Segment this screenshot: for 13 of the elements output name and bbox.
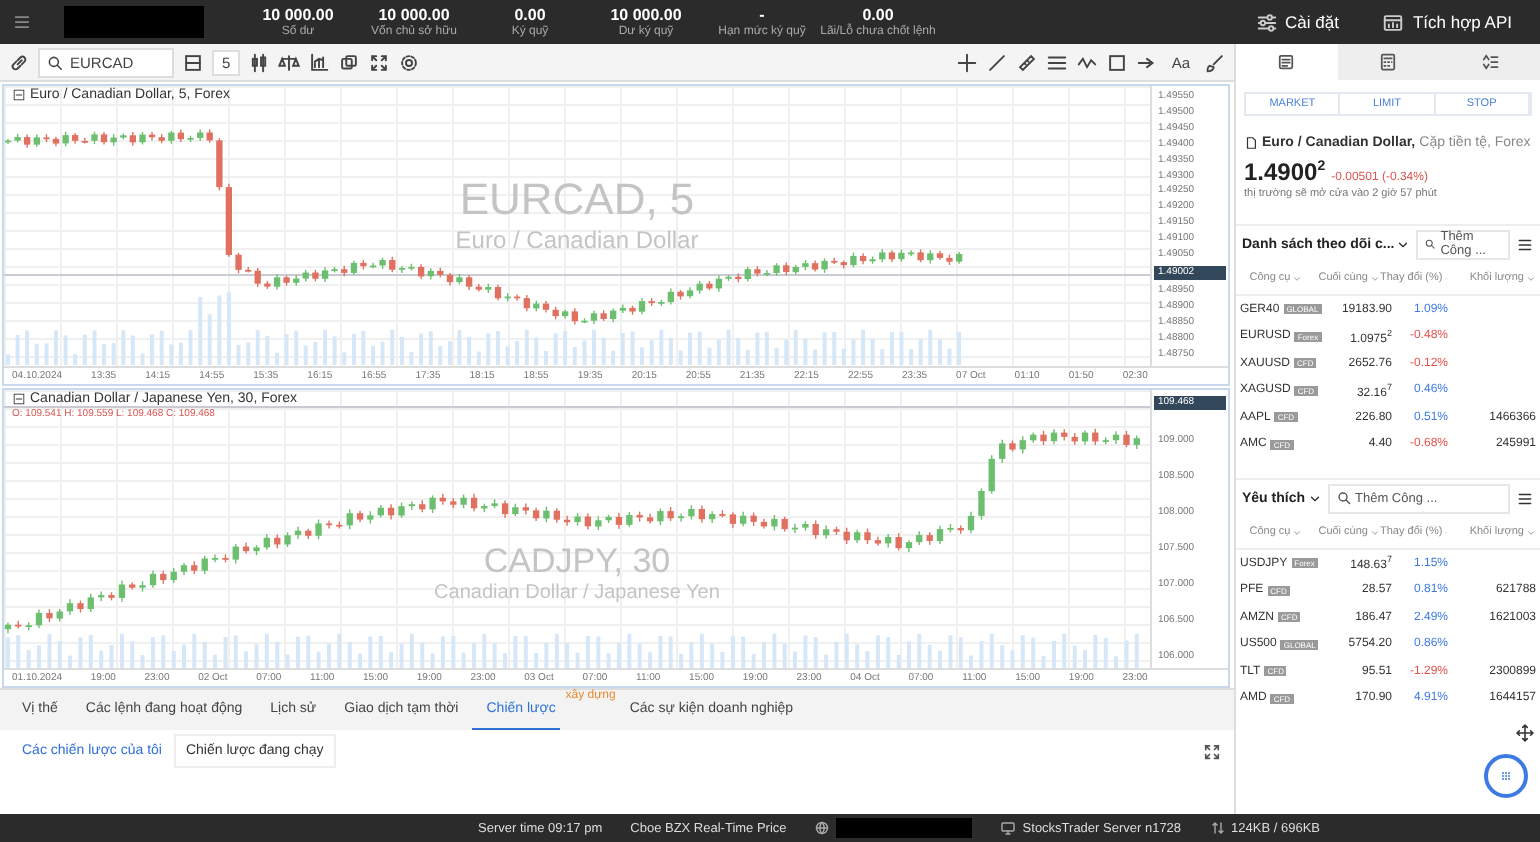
stat-value: 10 000.00 bbox=[610, 5, 682, 23]
chart-watermark: CADJPY, 30 bbox=[483, 541, 671, 581]
chart-watermark-subtitle: Euro / Canadian Dollar bbox=[455, 226, 699, 254]
stat-value: - bbox=[759, 5, 765, 23]
instrument-price: 1.4900$^{2}$ bbox=[1244, 158, 1326, 186]
settings-button[interactable]: Cài đặt bbox=[1239, 11, 1355, 33]
stat-value: 10 000.00 bbox=[262, 5, 334, 23]
stat-value: 0.00 bbox=[514, 5, 546, 23]
api-button[interactable]: Tích hợp API bbox=[1366, 11, 1528, 33]
chart-watermark-subtitle: Canadian Dollar / Japanese Yen bbox=[434, 581, 720, 603]
chart-watermark: EURCAD, 5 bbox=[459, 174, 695, 226]
stat-value: 10 000.00 bbox=[378, 5, 450, 23]
stat-value: 0.00 bbox=[862, 5, 894, 23]
